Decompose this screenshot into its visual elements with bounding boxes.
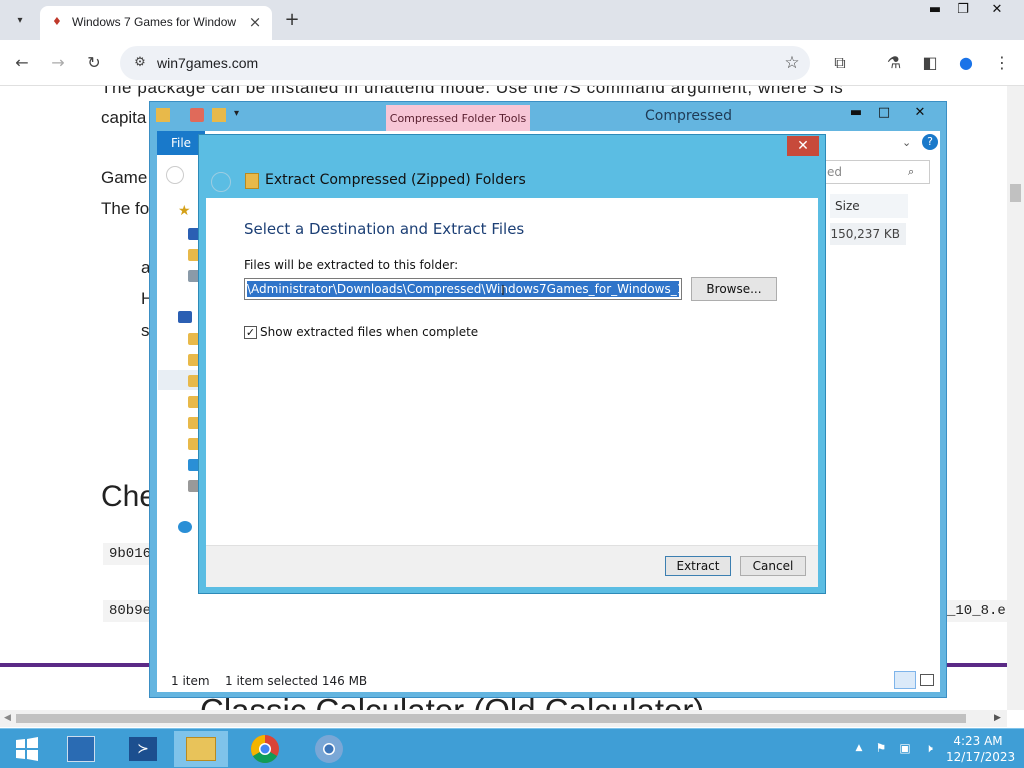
browse-button[interactable]: Browse... xyxy=(691,277,777,301)
clock-time: 4:23 AM xyxy=(953,734,1003,748)
hash-code-tail: _10_8.e xyxy=(947,600,1007,622)
taskbar: ≻ ▲ ⚑ ▣ 🕨 4:23 AM 12/17/2023 xyxy=(0,728,1024,768)
destination-path-text[interactable]: \Administrator\Downloads\Compressed\Wind… xyxy=(247,281,679,297)
dialog-heading: Select a Destination and Extract Files xyxy=(244,220,525,238)
details-view-icon[interactable] xyxy=(894,671,916,689)
tab-search-dropdown-icon[interactable]: ▾ xyxy=(8,8,32,32)
status-selected: 1 item selected 146 MB xyxy=(225,674,368,688)
network-tray-icon[interactable]: ▣ xyxy=(896,739,914,757)
browser-toolbar: ← → ↻ ⚙ win7games.com ☆ ⧉ ⚗ ◧ ● ⋮ xyxy=(0,40,1024,86)
file-explorer-taskbar-icon[interactable] xyxy=(174,731,228,767)
url-text[interactable]: win7games.com xyxy=(157,55,258,71)
page-text-line: Game xyxy=(101,168,148,187)
compressed-folder-tools-tab[interactable]: Compressed Folder Tools xyxy=(386,105,530,133)
status-item-count: 1 item xyxy=(171,674,210,688)
explorer-minimize-button[interactable]: ▬ xyxy=(842,104,870,124)
labs-flask-icon[interactable]: ⚗ xyxy=(882,51,906,75)
reload-icon[interactable]: ↻ xyxy=(82,51,106,75)
start-button[interactable] xyxy=(0,731,54,767)
site-favicon-icon: ♦ xyxy=(52,15,62,28)
dialog-title: Extract Compressed (Zipped) Folders xyxy=(265,172,526,188)
action-center-flag-icon[interactable]: ⚑ xyxy=(872,739,890,757)
back-icon[interactable]: ← xyxy=(10,51,34,75)
dialog-back-icon[interactable] xyxy=(211,172,231,192)
show-files-checkbox[interactable]: ✓ xyxy=(244,326,257,339)
chrome-icon[interactable] xyxy=(238,731,292,767)
vertical-scrollbar[interactable] xyxy=(1007,86,1024,710)
network-icon[interactable] xyxy=(178,521,192,533)
explorer-maximize-button[interactable]: □ xyxy=(870,104,898,124)
browser-tab[interactable]: ♦ Windows 7 Games for Window × xyxy=(40,6,272,40)
show-files-label[interactable]: Show extracted files when complete xyxy=(260,325,478,339)
back-nav-icon[interactable] xyxy=(166,166,184,184)
large-icons-view-icon[interactable] xyxy=(920,674,934,686)
dialog-footer: Extract Cancel xyxy=(206,545,818,587)
volume-muted-icon[interactable]: 🕨 xyxy=(920,739,938,757)
clock-date: 12/17/2023 xyxy=(946,750,1016,764)
menu-kebab-icon[interactable]: ⋮ xyxy=(990,51,1014,75)
computer-icon[interactable] xyxy=(178,311,192,323)
new-folder-icon[interactable] xyxy=(212,108,226,122)
scroll-thumb[interactable] xyxy=(1010,184,1021,202)
search-icon: ⌕ xyxy=(908,165,915,178)
tab-strip: ▾ ♦ Windows 7 Games for Window × + ▬ ❐ ✕ xyxy=(0,0,1024,40)
destination-path-input[interactable]: \Administrator\Downloads\Compressed\Wind… xyxy=(244,278,682,300)
scroll-thumb[interactable] xyxy=(16,714,966,723)
text-cursor-icon: I xyxy=(501,284,505,299)
window-minimize-button[interactable]: ▬ xyxy=(920,0,950,22)
tab-title: Windows 7 Games for Window xyxy=(72,15,237,29)
page-text-line: The package can be installed in unattend… xyxy=(101,86,844,97)
ribbon-expand-icon[interactable]: ⌄ xyxy=(902,136,911,149)
file-size-cell: 150,237 KB xyxy=(830,223,906,245)
address-bar[interactable]: ⚙ win7games.com ☆ xyxy=(120,46,810,80)
windows-logo-icon xyxy=(16,737,38,761)
server-manager-icon[interactable] xyxy=(54,731,108,767)
explorer-close-button[interactable]: ✕ xyxy=(906,104,934,124)
side-panel-icon[interactable]: ◧ xyxy=(918,51,942,75)
folder-icon xyxy=(156,108,170,122)
powershell-icon[interactable]: ≻ xyxy=(116,731,170,767)
extract-button[interactable]: Extract xyxy=(665,556,731,576)
horizontal-scrollbar[interactable]: ◀ ▶ xyxy=(0,710,1007,727)
bookmark-star-icon[interactable]: ☆ xyxy=(780,51,804,75)
window-close-button[interactable]: ✕ xyxy=(982,0,1012,22)
explorer-status-bar: 1 item 1 item selected 146 MB xyxy=(157,668,940,692)
chromium-logo-icon xyxy=(315,735,343,763)
dialog-body: Select a Destination and Extract Files F… xyxy=(206,198,818,587)
explorer-title: Compressed xyxy=(645,108,733,124)
favorites-star-icon[interactable]: ★ xyxy=(178,203,191,219)
scroll-left-icon[interactable]: ◀ xyxy=(4,713,11,723)
extract-dialog: ✕ Extract Compressed (Zipped) Folders Se… xyxy=(198,134,826,594)
new-tab-button[interactable]: + xyxy=(280,8,304,32)
profile-avatar-icon[interactable]: ● xyxy=(954,51,978,75)
window-restore-button[interactable]: ❐ xyxy=(948,0,978,22)
destination-label: Files will be extracted to this folder: xyxy=(244,258,459,272)
properties-icon[interactable] xyxy=(190,108,204,122)
system-clock[interactable]: 4:23 AM 12/17/2023 xyxy=(946,733,1016,765)
site-info-icon[interactable]: ⚙ xyxy=(129,51,151,75)
cancel-button[interactable]: Cancel xyxy=(740,556,806,576)
page-text-line: The fo xyxy=(101,199,150,218)
chrome-logo-icon xyxy=(251,735,279,763)
extensions-icon[interactable]: ⧉ xyxy=(828,51,852,75)
forward-icon[interactable]: → xyxy=(46,51,70,75)
chromium-icon[interactable] xyxy=(302,731,356,767)
zip-folder-icon xyxy=(245,173,259,189)
column-header-size[interactable]: Size xyxy=(830,194,908,218)
page-text-line: capita xyxy=(101,108,147,127)
show-hidden-icons-icon[interactable]: ▲ xyxy=(850,739,868,757)
dialog-close-button[interactable]: ✕ xyxy=(787,136,819,156)
tab-close-icon[interactable]: × xyxy=(245,12,265,32)
quick-access-dropdown-icon[interactable]: ▾ xyxy=(234,108,239,119)
help-icon[interactable]: ? xyxy=(922,134,938,150)
section-heading: Che xyxy=(101,480,157,513)
scroll-right-icon[interactable]: ▶ xyxy=(994,713,1001,723)
